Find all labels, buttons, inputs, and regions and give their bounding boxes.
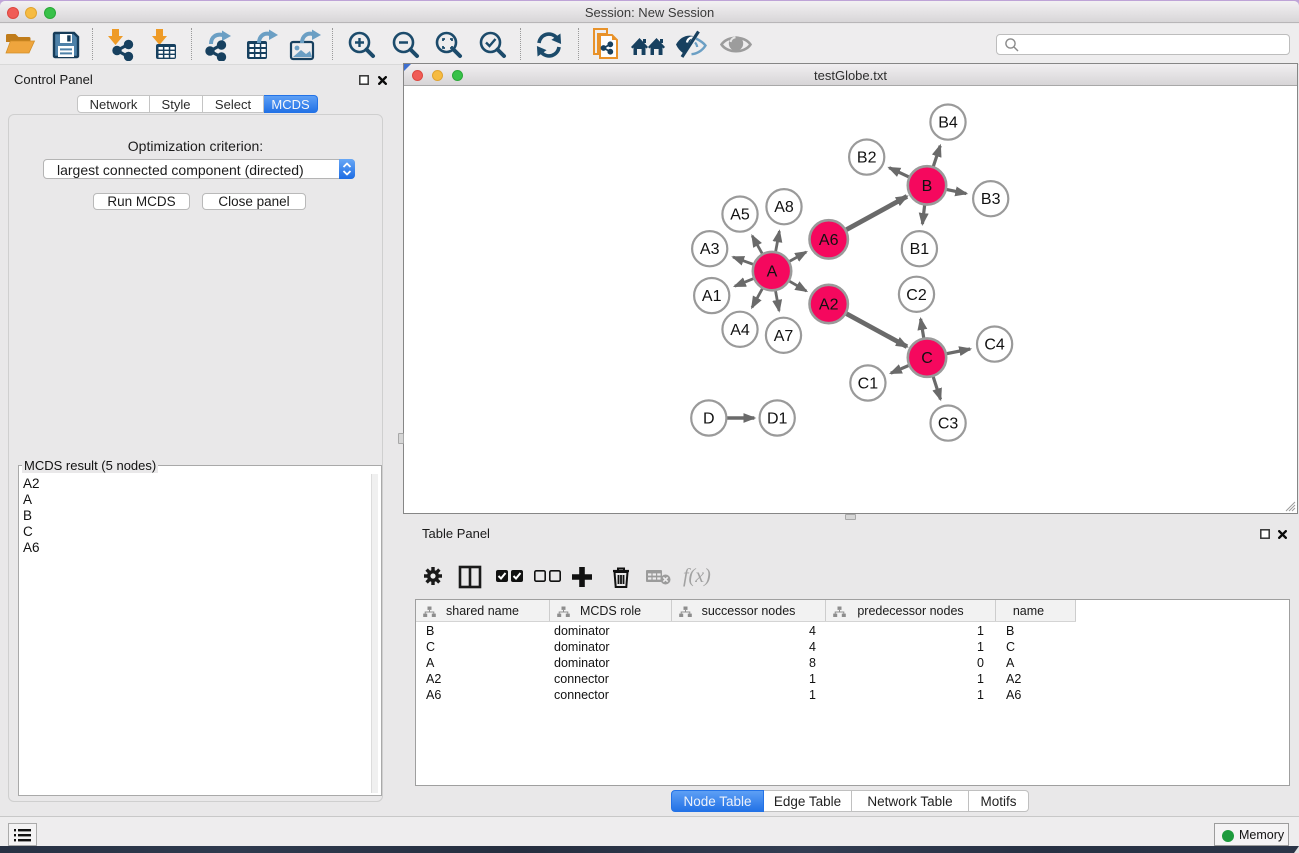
svg-text:C2: C2 [906, 287, 927, 304]
svg-text:A4: A4 [730, 322, 750, 339]
svg-text:B4: B4 [938, 115, 958, 132]
svg-text:A8: A8 [774, 199, 794, 216]
svg-text:C4: C4 [984, 337, 1005, 354]
svg-text:A5: A5 [730, 207, 750, 224]
svg-text:B: B [922, 178, 933, 195]
svg-text:A: A [767, 264, 778, 281]
svg-text:C3: C3 [938, 416, 959, 433]
svg-text:C1: C1 [858, 376, 879, 393]
svg-text:A3: A3 [700, 241, 720, 258]
svg-text:A7: A7 [774, 328, 794, 345]
svg-text:A1: A1 [702, 288, 722, 305]
svg-text:B2: B2 [857, 150, 877, 167]
svg-text:D: D [703, 411, 715, 428]
svg-text:B1: B1 [910, 241, 930, 258]
svg-text:B3: B3 [981, 191, 1001, 208]
svg-text:C: C [921, 350, 933, 367]
svg-text:A2: A2 [819, 297, 839, 314]
svg-text:D1: D1 [767, 411, 788, 428]
svg-text:A6: A6 [819, 232, 839, 249]
